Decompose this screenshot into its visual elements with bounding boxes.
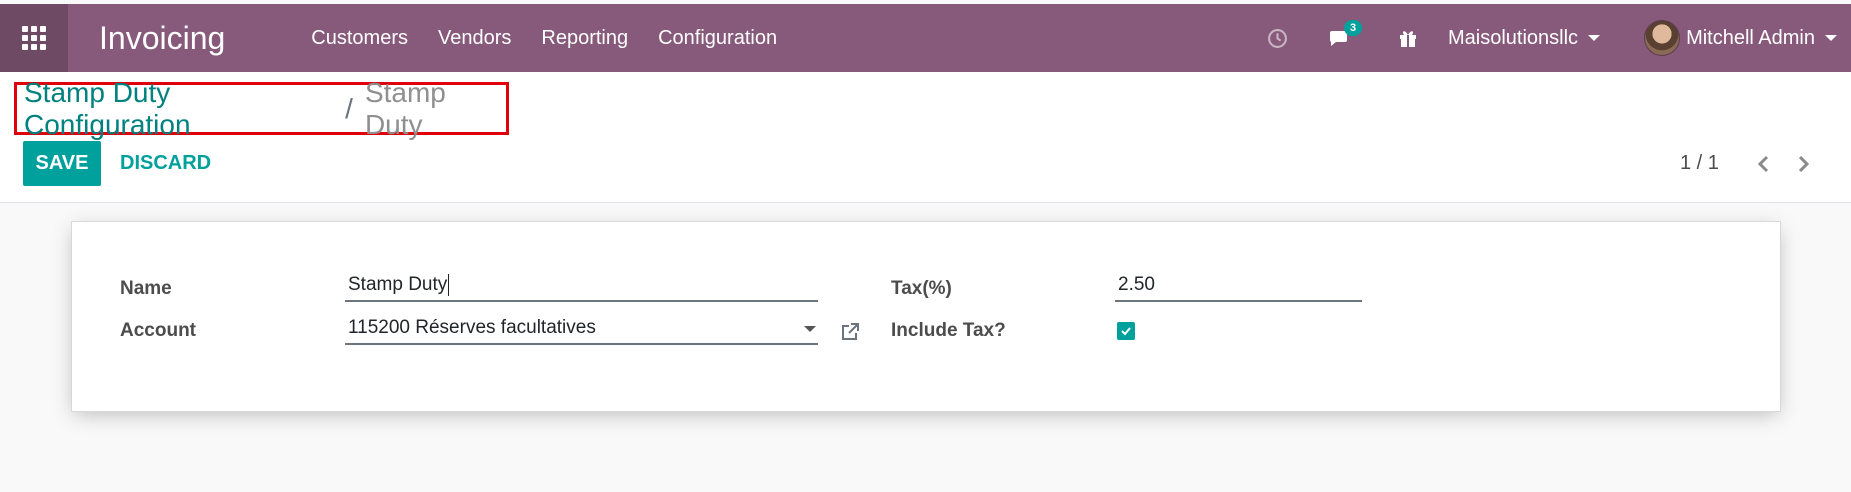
apps-grid-icon [22, 26, 46, 50]
tax-label: Tax(%) [891, 278, 952, 299]
gift-icon[interactable] [1398, 28, 1418, 48]
apps-menu-button[interactable] [0, 4, 68, 72]
navbar-systray: 3 Maisolutionsllc Mitchell Admin [1267, 4, 1851, 72]
breadcrumb-parent-link[interactable]: Stamp Duty Configuration [24, 77, 333, 141]
avatar [1644, 20, 1681, 56]
account-label: Account [120, 320, 196, 341]
company-switcher[interactable]: Maisolutionsllc [1448, 26, 1601, 50]
breadcrumb: Stamp Duty Configuration / Stamp Duty [14, 77, 509, 140]
menu-customers[interactable]: Customers [311, 27, 408, 50]
external-link-icon[interactable] [840, 322, 860, 347]
account-select-value: 115200 Réserves facultatives [348, 317, 596, 338]
menu-configuration[interactable]: Configuration [658, 27, 777, 50]
tax-field[interactable]: 2.50 [1115, 270, 1362, 302]
chevron-right-icon[interactable] [1797, 154, 1811, 179]
chat-icon[interactable]: 3 [1328, 20, 1363, 48]
name-field[interactable]: Stamp Duty [345, 270, 818, 302]
top-navbar: Invoicing Customers Vendors Reporting Co… [0, 4, 1851, 72]
menu-reporting[interactable]: Reporting [541, 27, 628, 50]
user-menu[interactable]: Mitchell Admin [1644, 20, 1837, 56]
breadcrumb-separator: / [345, 92, 353, 124]
message-count-badge: 3 [1344, 20, 1363, 36]
discard-button[interactable]: DISCARD [120, 141, 211, 186]
control-panel: Stamp Duty Configuration / Stamp Duty SA… [0, 72, 1851, 203]
chevron-left-icon[interactable] [1756, 154, 1770, 179]
chevron-down-icon [1588, 35, 1601, 41]
text-cursor [448, 274, 450, 296]
breadcrumb-current: Stamp Duty [364, 76, 446, 140]
name-label: Name [120, 278, 172, 299]
chevron-down-icon [1825, 35, 1837, 41]
include-tax-checkbox[interactable] [1117, 322, 1135, 340]
save-button[interactable]: SAVE [23, 141, 101, 186]
form-sheet: Name Stamp Duty Account 115200 Réserves … [71, 221, 1781, 412]
check-icon [1121, 327, 1131, 336]
chevron-down-icon [804, 326, 816, 332]
menu-vendors[interactable]: Vendors [438, 27, 511, 50]
account-select[interactable]: 115200 Réserves facultatives [345, 313, 818, 345]
user-name: Mitchell Admin [1686, 26, 1815, 49]
tax-field-value: 2.50 [1118, 274, 1155, 295]
pager-value[interactable]: 1 / 1 [1680, 152, 1719, 175]
app-title: Invoicing [99, 19, 226, 56]
include-tax-label: Include Tax? [891, 320, 1006, 341]
name-field-value: Stamp Duty [348, 274, 448, 295]
activity-clock-icon[interactable] [1267, 28, 1288, 49]
company-name: Maisolutionsllc [1448, 26, 1579, 49]
